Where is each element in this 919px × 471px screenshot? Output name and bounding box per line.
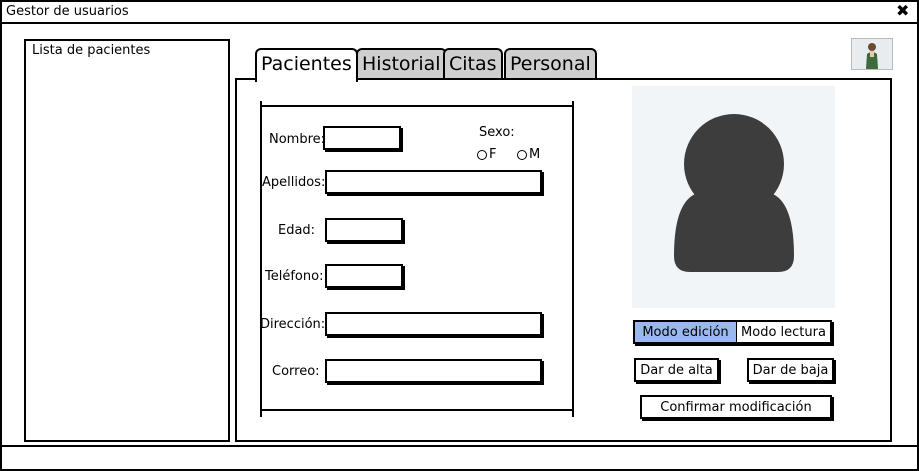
user-avatar[interactable] (851, 38, 893, 70)
tab-personal[interactable]: Personal (504, 48, 597, 80)
user-silhouette-icon (674, 114, 794, 272)
correo-input[interactable] (325, 359, 542, 383)
dar-de-baja-button[interactable]: Dar de baja (747, 358, 834, 382)
patient-photo[interactable] (632, 86, 835, 308)
edad-input[interactable] (325, 218, 403, 242)
apellidos-input[interactable] (325, 170, 542, 194)
tab-pacientes[interactable]: Pacientes (255, 48, 358, 82)
tab-citas[interactable]: Citas (443, 48, 503, 80)
title-bar (2, 2, 917, 24)
read-mode-button[interactable]: Modo lectura (736, 320, 832, 344)
radio-circle-icon (477, 149, 487, 160)
radio-circle-icon (517, 149, 527, 160)
person-photo-icon (866, 43, 878, 69)
patient-list-label: Lista de pacientes (32, 43, 151, 58)
sexo-label: Sexo: (479, 125, 515, 140)
patient-list-panel[interactable] (24, 39, 230, 442)
direccion-input[interactable] (325, 312, 542, 336)
nombre-input[interactable] (323, 126, 401, 150)
status-bar-divider (2, 445, 917, 447)
sexo-radio-m[interactable]: M (517, 147, 540, 162)
window-title: Gestor de usuarios (6, 4, 129, 19)
tab-historial[interactable]: Historial (356, 48, 447, 80)
nombre-label: Nombre: (269, 132, 326, 147)
telefono-input[interactable] (325, 264, 403, 288)
edit-mode-button[interactable]: Modo edición (633, 320, 737, 344)
confirm-modification-button[interactable]: Confirmar modificación (640, 395, 832, 419)
direccion-label: Dirección: (260, 317, 326, 332)
apellidos-label: Apellidos: (262, 175, 326, 190)
correo-label: Correo: (272, 364, 320, 379)
dar-de-alta-button[interactable]: Dar de alta (634, 358, 719, 382)
edad-label: Edad: (278, 223, 316, 238)
close-icon[interactable]: ✖ (896, 1, 909, 20)
sexo-radio-f[interactable]: F (477, 147, 496, 162)
telefono-label: Teléfono: (265, 269, 324, 284)
